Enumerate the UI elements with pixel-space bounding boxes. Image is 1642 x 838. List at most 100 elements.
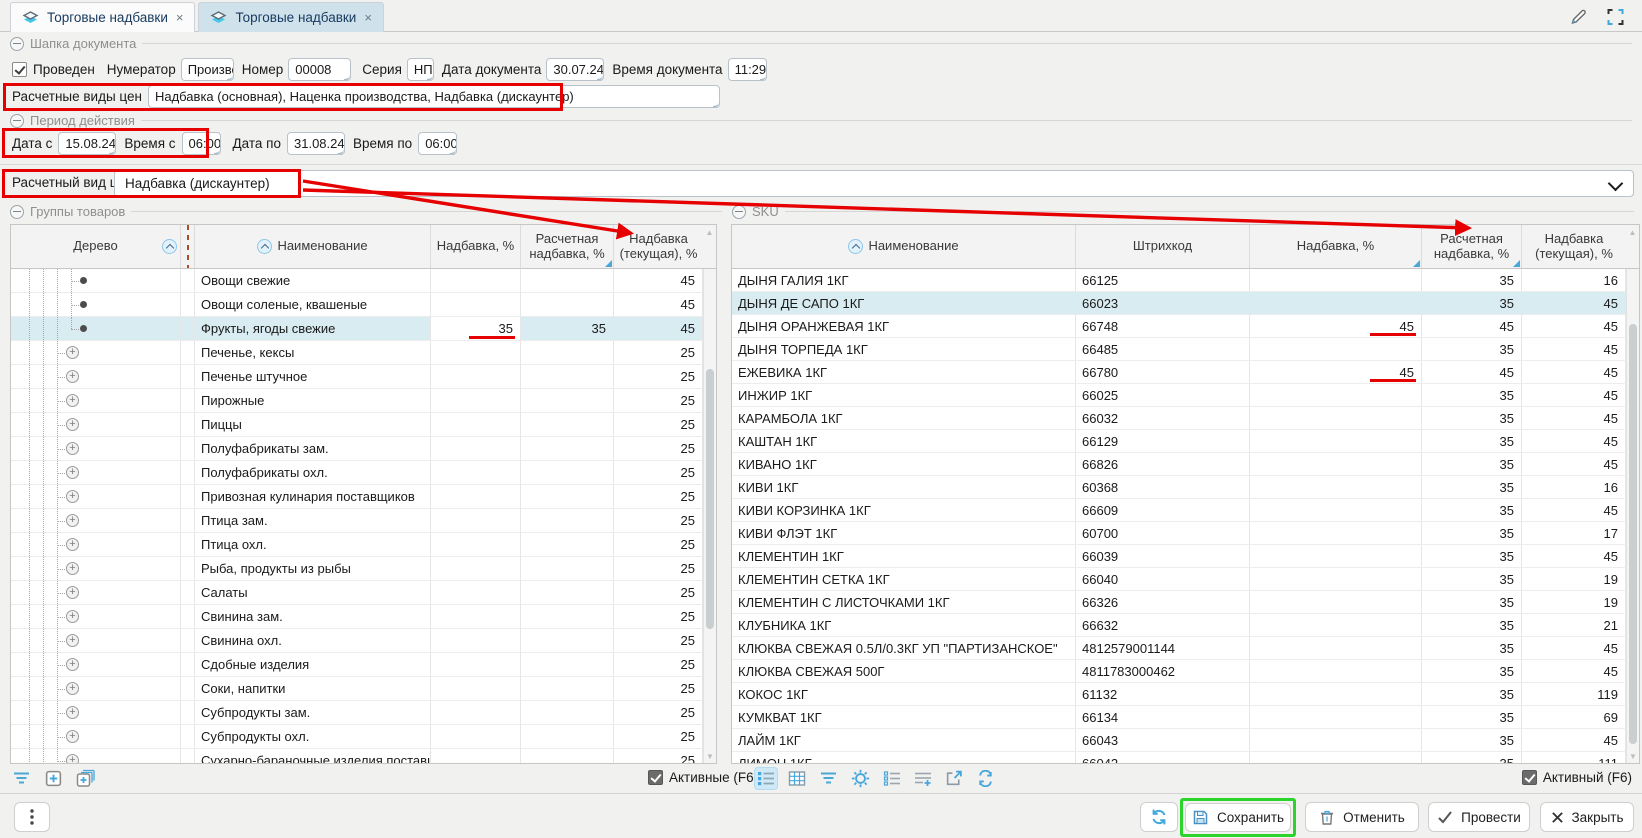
active-groups-checkbox[interactable] <box>648 770 663 785</box>
markup-cell[interactable] <box>431 749 521 763</box>
settings-gear-icon[interactable] <box>848 766 873 791</box>
groups-table-row[interactable]: +Субпродукты зам.25 <box>11 701 703 725</box>
tree-expand-icon[interactable]: + <box>66 514 79 527</box>
markup-cell[interactable] <box>1250 522 1422 544</box>
markup-cell[interactable] <box>1250 591 1422 613</box>
markup-cell[interactable] <box>431 509 521 532</box>
post-button[interactable]: Провести <box>1428 802 1530 832</box>
tree-expand-icon[interactable]: + <box>66 562 79 575</box>
markup-cell[interactable] <box>431 701 521 724</box>
groups-table-row[interactable]: +Печенье штучное25 <box>11 365 703 389</box>
tree-expand-icon[interactable]: + <box>66 442 79 455</box>
groups-table-row[interactable]: +Птица охл.25 <box>11 533 703 557</box>
markup-cell[interactable] <box>431 365 521 388</box>
sku-table-row[interactable]: КИВИ ФЛЭТ 1КГ607003517 <box>732 522 1626 545</box>
time-from-field[interactable]: 06:00 <box>182 132 221 155</box>
markup-cell[interactable] <box>431 461 521 484</box>
markup-cell[interactable] <box>431 629 521 652</box>
sku-table-row[interactable]: ЛАЙМ 1КГ660433545 <box>732 729 1626 752</box>
markup-cell[interactable] <box>1250 568 1422 590</box>
markup-cell[interactable]: 45 <box>1250 315 1422 337</box>
col-header-calc-markup[interactable]: Расчетная надбавка, % <box>1422 225 1522 269</box>
grid-view-icon[interactable] <box>785 767 809 790</box>
tree-expand-icon[interactable]: + <box>66 586 79 599</box>
sku-vertical-scrollbar[interactable]: ▼ <box>1626 269 1639 763</box>
markup-cell[interactable] <box>431 413 521 436</box>
markup-cell[interactable] <box>1250 499 1422 521</box>
sku-table-row[interactable]: КУМКВАТ 1КГ661343569 <box>732 706 1626 729</box>
markup-cell[interactable] <box>1250 269 1422 291</box>
groups-table-row[interactable]: Овощи соленые, квашеные45 <box>11 293 703 317</box>
tab-close-icon[interactable]: × <box>364 10 372 25</box>
markup-cell[interactable] <box>1250 338 1422 360</box>
tree-expand-icon[interactable]: + <box>66 490 79 503</box>
sku-table-row[interactable]: КИВАНО 1КГ668263545 <box>732 453 1626 476</box>
groups-table-row[interactable]: +Субпродукты охл.25 <box>11 725 703 749</box>
sku-table-row[interactable]: КЛЕМЕНТИН С ЛИСТОЧКАМИ 1КГ663263519 <box>732 591 1626 614</box>
col-header-tree[interactable]: Дерево <box>11 225 181 269</box>
sku-table-row[interactable]: КОКОС 1КГ6113235119 <box>732 683 1626 706</box>
markup-cell[interactable] <box>1250 729 1422 751</box>
add-item-icon[interactable] <box>44 769 63 793</box>
groups-table-row[interactable]: +Птица зам.25 <box>11 509 703 533</box>
markup-cell[interactable] <box>1250 430 1422 452</box>
close-button[interactable]: Закрыть <box>1540 802 1634 832</box>
numerator-field[interactable]: Произво <box>181 58 234 81</box>
markup-cell[interactable] <box>431 341 521 364</box>
groups-table-row[interactable]: +Сдобные изделия25 <box>11 653 703 677</box>
cancel-button[interactable]: Отменить <box>1305 802 1419 832</box>
scrollbar-thumb[interactable] <box>706 369 714 629</box>
markup-cell[interactable] <box>431 605 521 628</box>
posted-checkbox[interactable] <box>12 62 27 77</box>
list-view-icon[interactable] <box>754 767 778 790</box>
tree-expand-icon[interactable]: + <box>66 346 79 359</box>
groups-table-row[interactable]: +Пирожные25 <box>11 389 703 413</box>
col-header-current-markup[interactable]: Надбавка (текущая), % <box>614 225 703 269</box>
sku-table-row[interactable]: КИВИ КОРЗИНКА 1КГ666093545 <box>732 499 1626 522</box>
col-header-name[interactable]: Наименование <box>195 225 431 269</box>
filter-icon[interactable] <box>12 770 31 792</box>
scroll-down-icon[interactable]: ▼ <box>704 752 716 761</box>
groups-table-row[interactable]: +Полуфабрикаты зам.25 <box>11 437 703 461</box>
save-button[interactable]: Сохранить <box>1185 803 1291 832</box>
tree-expand-icon[interactable]: + <box>66 754 79 763</box>
filter-icon[interactable] <box>816 767 841 790</box>
markup-cell[interactable] <box>431 725 521 748</box>
tab-trade-markups-1[interactable]: Торговые надбавки × <box>10 2 195 32</box>
scroll-down-icon[interactable]: ▼ <box>1627 752 1639 761</box>
sku-table-row[interactable]: ДЫНЯ ОРАНЖЕВАЯ 1КГ66748454545 <box>732 315 1626 338</box>
groups-table-row[interactable]: +Свинина зам.25 <box>11 605 703 629</box>
markup-cell[interactable] <box>431 389 521 412</box>
tree-expand-icon[interactable]: + <box>66 610 79 623</box>
tree-expand-icon[interactable]: + <box>66 634 79 647</box>
sku-table-row[interactable]: КЛЕМЕНТИН СЕТКА 1КГ660403519 <box>732 568 1626 591</box>
add-rows-icon[interactable] <box>911 767 935 790</box>
doc-time-field[interactable]: 11:29 <box>728 58 767 81</box>
sku-table-row[interactable]: КЛЮКВА СВЕЖАЯ 0.5Л/0.3КГ УП "ПАРТИЗАНСКО… <box>732 637 1626 660</box>
markup-cell[interactable] <box>1250 545 1422 567</box>
series-field[interactable]: НП <box>407 58 434 81</box>
number-field[interactable]: 00008 <box>288 58 351 81</box>
sku-table-row[interactable]: КАШТАН 1КГ661293545 <box>732 430 1626 453</box>
markup-cell[interactable] <box>1250 476 1422 498</box>
tree-expand-icon[interactable]: + <box>66 658 79 671</box>
markup-cell[interactable] <box>431 293 521 316</box>
groups-table-row[interactable]: +Привозная кулинария поставщиков25 <box>11 485 703 509</box>
collapse-group-icon[interactable] <box>10 37 24 51</box>
markup-cell[interactable] <box>1250 384 1422 406</box>
groups-table-row[interactable]: +Сухарно-бараночные изделия поставщиков2… <box>11 749 703 763</box>
groups-table-row[interactable]: +Полуфабрикаты охл.25 <box>11 461 703 485</box>
sku-table-row[interactable]: ДЫНЯ ТОРПЕДА 1КГ664853545 <box>732 338 1626 361</box>
open-in-window-icon[interactable] <box>942 767 966 790</box>
refresh-button[interactable] <box>1140 802 1178 832</box>
markup-cell[interactable] <box>1250 660 1422 682</box>
markup-cell[interactable]: 35 <box>431 317 521 340</box>
active-sku-checkbox[interactable] <box>1522 770 1537 785</box>
col-header-name[interactable]: Наименование <box>732 225 1076 269</box>
markup-cell[interactable] <box>431 677 521 700</box>
more-menu-button[interactable] <box>14 802 50 832</box>
sku-table-row[interactable]: ДЫНЯ ДЕ САПО 1КГ660233545 <box>732 292 1626 315</box>
col-header-markup[interactable]: Надбавка, % <box>431 225 521 269</box>
scrollbar-thumb[interactable] <box>1629 324 1637 744</box>
markup-cell[interactable] <box>431 581 521 604</box>
